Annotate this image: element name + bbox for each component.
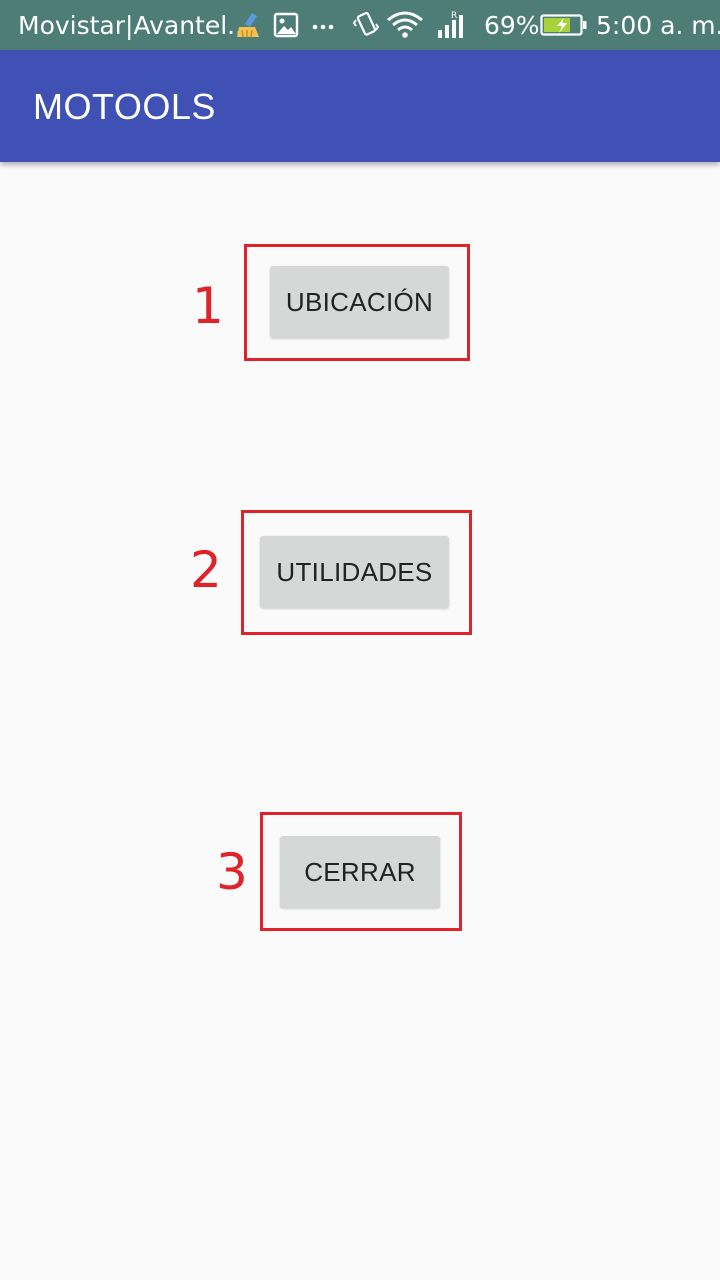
wifi-icon xyxy=(386,10,424,40)
cerrar-button[interactable]: CERRAR xyxy=(280,836,440,908)
app-title: MOTOOLS xyxy=(33,86,216,127)
carrier-name: Movistar|Avantel... xyxy=(18,11,252,40)
more-dots-icon xyxy=(310,10,336,40)
ubicacion-button[interactable]: UBICACIÓN xyxy=(270,266,449,338)
battery-charging-icon xyxy=(540,10,588,40)
gallery-icon xyxy=(272,10,300,40)
vibrate-icon xyxy=(352,10,380,40)
utilidades-button[interactable]: UTILIDADES xyxy=(260,536,449,608)
status-bar: Movistar|Avantel... R 69% 5:00 a. m. xyxy=(0,0,720,50)
status-clock: 5:00 a. m. xyxy=(596,11,720,40)
cleaner-icon xyxy=(236,10,262,40)
annotation-number-3: 3 xyxy=(216,843,248,901)
annotation-number-1: 1 xyxy=(192,277,224,335)
battery-percent: 69% xyxy=(484,11,540,40)
signal-roaming-icon: R xyxy=(436,10,470,40)
app-bar: MOTOOLS xyxy=(0,50,720,162)
annotation-number-2: 2 xyxy=(190,541,222,599)
roaming-label: R xyxy=(451,11,457,21)
